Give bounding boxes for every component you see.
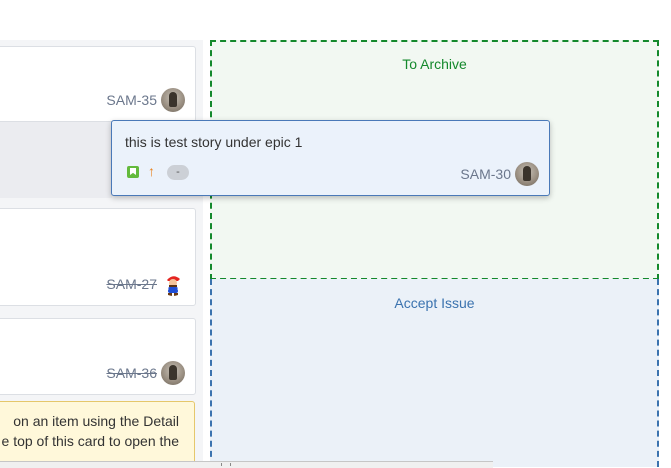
arrow-up-icon: ↑ <box>148 163 155 179</box>
drop-zone-label: To Archive <box>402 56 467 72</box>
mario-avatar-icon <box>163 276 183 296</box>
drop-zone-accept-issue[interactable]: Accept Issue <box>210 279 659 467</box>
estimate-badge: - <box>167 165 189 180</box>
drop-zone-label: Accept Issue <box>394 295 475 311</box>
issue-key[interactable]: SAM-36 <box>106 365 157 381</box>
assignee-avatar <box>161 361 185 385</box>
help-tip: on an item using the Detail e top of thi… <box>0 401 195 467</box>
issue-key[interactable]: SAM-35 <box>106 92 157 108</box>
issue-key[interactable]: SAM-27 <box>106 276 157 292</box>
drag-placeholder <box>0 122 112 198</box>
issue-card-sam-36[interactable]: SAM-36 <box>0 318 196 395</box>
issue-card-sam-35[interactable]: SAM-35 <box>0 46 196 122</box>
story-icon <box>127 166 139 178</box>
assignee-avatar <box>161 88 185 112</box>
assignee-avatar <box>515 162 539 186</box>
scrollbar-grip-icon <box>221 463 231 466</box>
issue-card-sam-27[interactable]: SAM-27 <box>0 208 196 306</box>
tip-text-line-1: on an item using the Detail <box>13 413 179 429</box>
assignee-avatar <box>161 272 185 296</box>
issue-key[interactable]: SAM-30 <box>460 166 511 182</box>
tip-text-line-2: e top of this card to open the <box>1 433 179 449</box>
dragged-issue-card[interactable]: this is test story under epic 1 ↑ - SAM-… <box>111 120 550 196</box>
issue-summary: this is test story under epic 1 <box>125 134 303 150</box>
